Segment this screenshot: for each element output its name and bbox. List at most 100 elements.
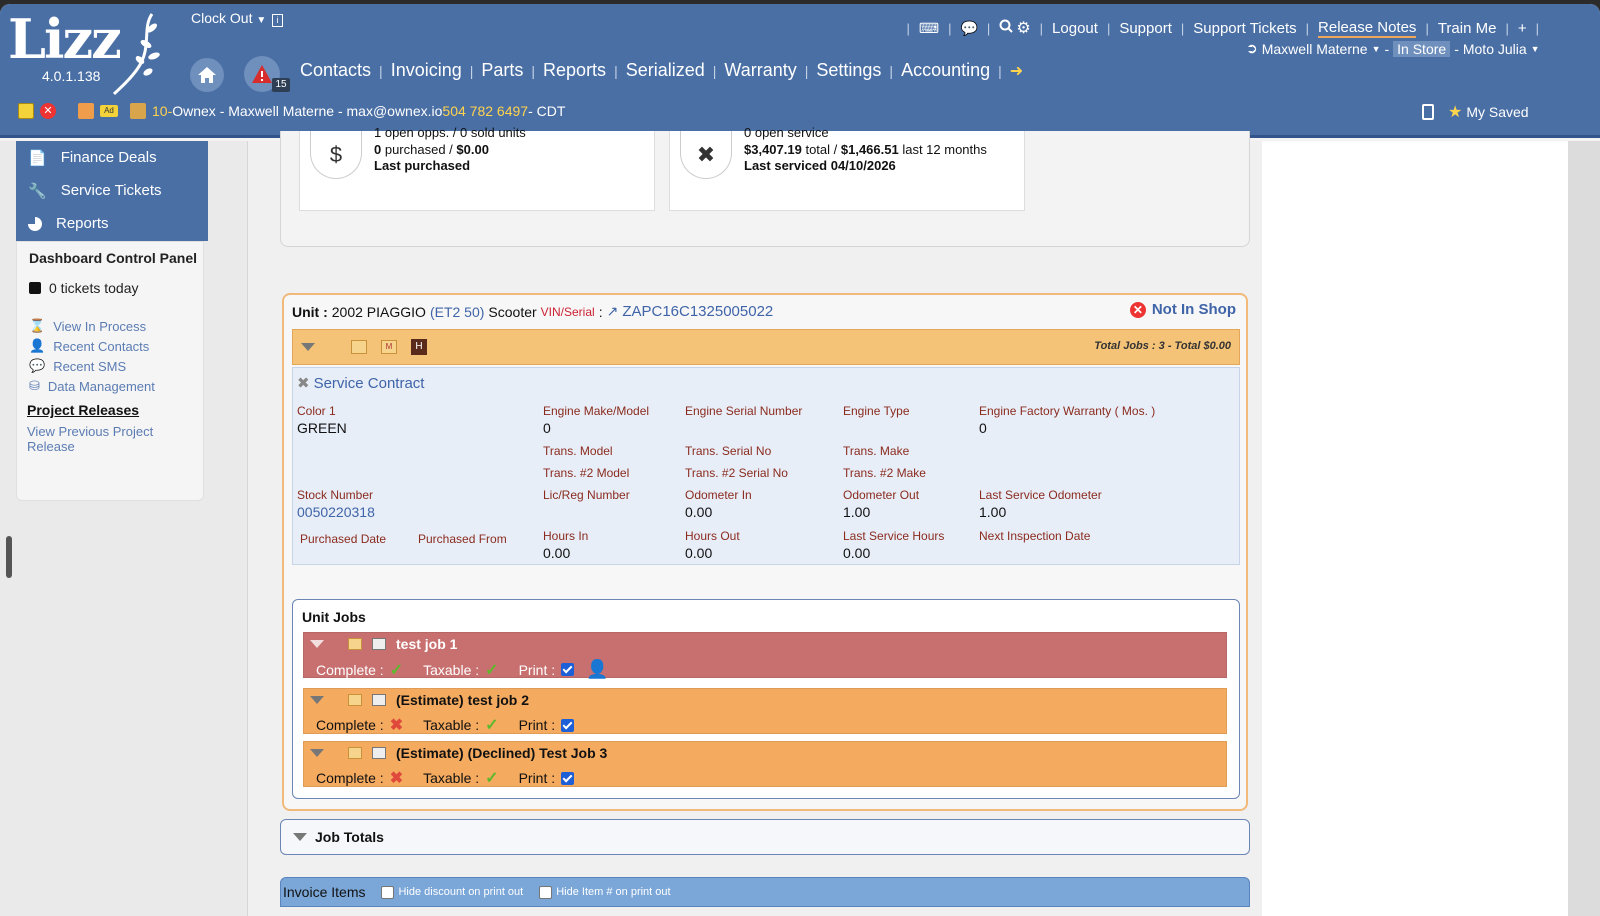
clock-out-menu[interactable]: Clock Out ▼ i bbox=[191, 10, 284, 27]
nav-contacts[interactable]: Contacts bbox=[300, 60, 371, 81]
release-notes-link[interactable]: Release Notes bbox=[1318, 19, 1417, 38]
unit-model-link[interactable]: (ET2 50) bbox=[430, 304, 484, 320]
odometer-out-value: 1.00 bbox=[843, 504, 871, 520]
support-link[interactable]: Support bbox=[1119, 20, 1172, 37]
chat-icon[interactable]: 💬 bbox=[960, 20, 977, 37]
keyboard-icon[interactable]: ⌨ bbox=[919, 20, 939, 37]
check-icon[interactable]: ✓ bbox=[390, 660, 403, 680]
nav-invoicing[interactable]: Invoicing bbox=[391, 60, 462, 81]
mail-icon[interactable]: M bbox=[381, 340, 397, 354]
view-in-process-link[interactable]: ⌛ View In Process bbox=[29, 316, 203, 336]
home-button[interactable] bbox=[190, 58, 224, 92]
engine-make-label: Engine Make/Model bbox=[543, 404, 650, 418]
sidebar-item-finance-deals[interactable]: 📄 Finance Deals bbox=[16, 141, 208, 174]
clock-out-label: Clock Out bbox=[191, 10, 253, 26]
copy-icon[interactable] bbox=[348, 638, 362, 650]
collapse-icon[interactable] bbox=[310, 696, 324, 704]
job-name[interactable]: test job 1 bbox=[396, 636, 457, 652]
tickets-today[interactable]: 0 tickets today bbox=[17, 266, 203, 296]
copy-icon[interactable] bbox=[348, 747, 362, 759]
search-icon[interactable] bbox=[999, 19, 1014, 37]
copy-icon[interactable] bbox=[348, 694, 362, 706]
job-row[interactable]: test job 1 Complete : ✓ Taxable : ✓ Prin… bbox=[303, 632, 1227, 680]
hide-item-option[interactable]: Hide Item # on print out bbox=[539, 885, 671, 899]
sidebar-scrollbar[interactable] bbox=[6, 536, 12, 578]
print-checkbox[interactable] bbox=[561, 718, 575, 732]
location-badge[interactable]: In Store bbox=[1393, 40, 1451, 57]
ad-icon[interactable]: Ad bbox=[100, 105, 118, 117]
pie-chart-icon bbox=[28, 216, 42, 231]
service-line1: 0 open service bbox=[744, 125, 829, 140]
nav-serialized[interactable]: Serialized bbox=[626, 60, 705, 81]
hide-item-checkbox[interactable] bbox=[539, 885, 553, 899]
train-me-link[interactable]: Train Me bbox=[1438, 20, 1497, 37]
edit-icon[interactable] bbox=[78, 103, 94, 119]
nav-parts[interactable]: Parts bbox=[481, 60, 523, 81]
chevron-down-icon: ▼ bbox=[1371, 43, 1381, 54]
view-previous-release-link[interactable]: View Previous Project Release bbox=[17, 418, 203, 454]
collapse-icon[interactable] bbox=[293, 833, 307, 841]
collapse-icon[interactable] bbox=[301, 343, 315, 351]
gear-icon[interactable]: ⚙ bbox=[1016, 18, 1030, 38]
calculator-icon[interactable] bbox=[1422, 104, 1434, 120]
app-logo[interactable]: Lizz bbox=[8, 12, 122, 66]
right-panel bbox=[1262, 141, 1568, 916]
hide-discount-checkbox[interactable] bbox=[381, 885, 395, 899]
check-icon[interactable]: ✓ bbox=[485, 660, 498, 680]
close-icon[interactable]: ✕ bbox=[40, 103, 56, 119]
print-icon[interactable] bbox=[372, 638, 386, 650]
sidebar-item-service-tickets[interactable]: 🔧 Service Tickets bbox=[16, 174, 208, 207]
service-contract-link[interactable]: ✖ Service Contract bbox=[297, 374, 424, 393]
complete-label: Complete : bbox=[316, 717, 384, 733]
user-menu[interactable]: Maxwell Materne bbox=[1262, 41, 1368, 57]
stock-number-link[interactable]: 0050220318 bbox=[297, 504, 375, 520]
support-tickets-link[interactable]: Support Tickets bbox=[1193, 20, 1296, 37]
project-releases-link[interactable]: Project Releases bbox=[17, 396, 203, 418]
x-icon[interactable]: ✖ bbox=[390, 768, 403, 788]
job-totals-section[interactable]: Job Totals bbox=[280, 819, 1250, 855]
logout-link[interactable]: Logout bbox=[1052, 20, 1098, 37]
dropdown-icon[interactable] bbox=[18, 103, 34, 119]
job-row[interactable]: (Estimate) (Declined) Test Job 3 Complet… bbox=[303, 741, 1227, 787]
vin-link[interactable]: ZAPC16C1325005022 bbox=[622, 303, 773, 320]
collapse-icon[interactable] bbox=[310, 640, 324, 648]
data-management-link[interactable]: ⛁ Data Management bbox=[29, 376, 203, 396]
recent-sms-link[interactable]: 💬 Recent SMS bbox=[29, 356, 203, 376]
taxable-label: Taxable : bbox=[423, 717, 480, 733]
hide-item-label: Hide Item # on print out bbox=[556, 886, 671, 898]
collapse-icon[interactable] bbox=[310, 749, 324, 757]
nav-warranty[interactable]: Warranty bbox=[724, 60, 796, 81]
sign-out-icon[interactable]: ➲ bbox=[1246, 40, 1258, 57]
hide-discount-option[interactable]: Hide discount on print out bbox=[381, 885, 523, 899]
not-in-shop-status[interactable]: ✕ Not In Shop bbox=[1129, 301, 1236, 318]
job-name[interactable]: (Estimate) test job 2 bbox=[396, 692, 529, 708]
nav-settings[interactable]: Settings bbox=[816, 60, 881, 81]
odometer-in-value: 0.00 bbox=[685, 504, 713, 520]
check-icon[interactable]: ✓ bbox=[485, 768, 498, 788]
x-icon[interactable]: ✖ bbox=[390, 715, 403, 735]
nav-reports[interactable]: Reports bbox=[543, 60, 606, 81]
job-row[interactable]: (Estimate) test job 2 Complete : ✖ Taxab… bbox=[303, 688, 1227, 734]
recent-contacts-link[interactable]: 👤 Recent Contacts bbox=[29, 336, 203, 356]
job-name[interactable]: (Estimate) (Declined) Test Job 3 bbox=[396, 745, 607, 761]
external-link-icon[interactable]: ↗ bbox=[607, 303, 619, 320]
odometer-in-label: Odometer In bbox=[685, 488, 752, 502]
print-checkbox[interactable] bbox=[561, 771, 575, 785]
notes-icon[interactable] bbox=[130, 103, 146, 119]
technician-clock-icon[interactable]: 👤 bbox=[586, 659, 608, 680]
service-summary-card: ✖ 0 open service $3,407.19 total / $1,46… bbox=[669, 125, 1025, 211]
add-button[interactable]: + bbox=[1518, 20, 1527, 37]
store-menu[interactable]: Moto Julia bbox=[1463, 41, 1527, 57]
my-saved-link[interactable]: ★ My Saved bbox=[1448, 102, 1529, 122]
print-icon[interactable] bbox=[372, 694, 386, 706]
sign-in-icon[interactable]: ➜ bbox=[1010, 61, 1023, 81]
sidebar-item-reports[interactable]: Reports bbox=[16, 207, 208, 240]
history-icon[interactable]: H bbox=[411, 339, 427, 355]
info-icon[interactable]: i bbox=[272, 14, 284, 27]
print-checkbox[interactable] bbox=[561, 663, 575, 676]
nav-accounting[interactable]: Accounting bbox=[901, 60, 990, 81]
check-icon[interactable]: ✓ bbox=[485, 715, 498, 735]
print-icon[interactable] bbox=[372, 747, 386, 759]
context-phone[interactable]: 504 782 6497 bbox=[442, 103, 528, 119]
copy-icon[interactable] bbox=[351, 340, 367, 354]
